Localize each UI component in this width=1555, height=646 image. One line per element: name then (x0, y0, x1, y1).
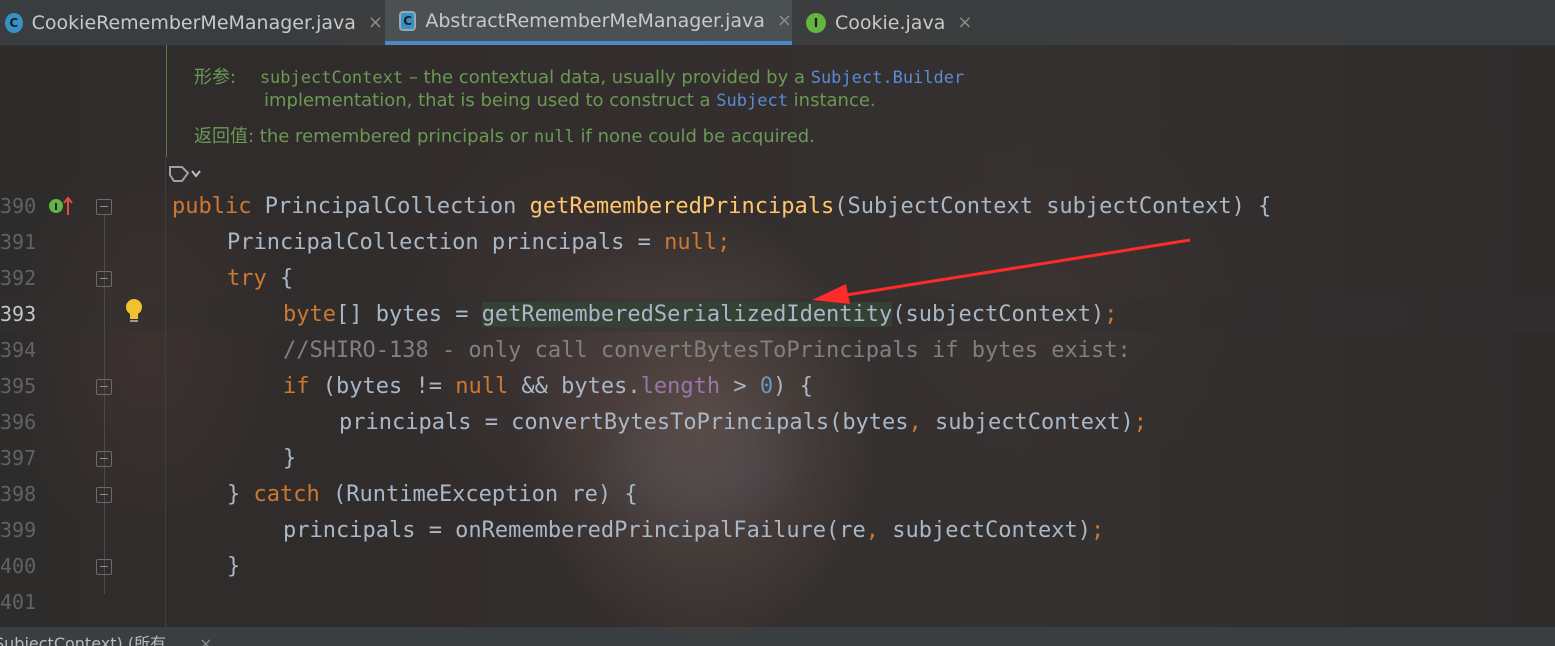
annotation-arrow (812, 238, 1191, 304)
bottom-tab-label: SubjectContext) (所有 (0, 634, 167, 646)
bottom-tool-tab[interactable]: SubjectContext) (所有 × (0, 627, 1555, 646)
close-icon[interactable]: × (199, 634, 212, 646)
